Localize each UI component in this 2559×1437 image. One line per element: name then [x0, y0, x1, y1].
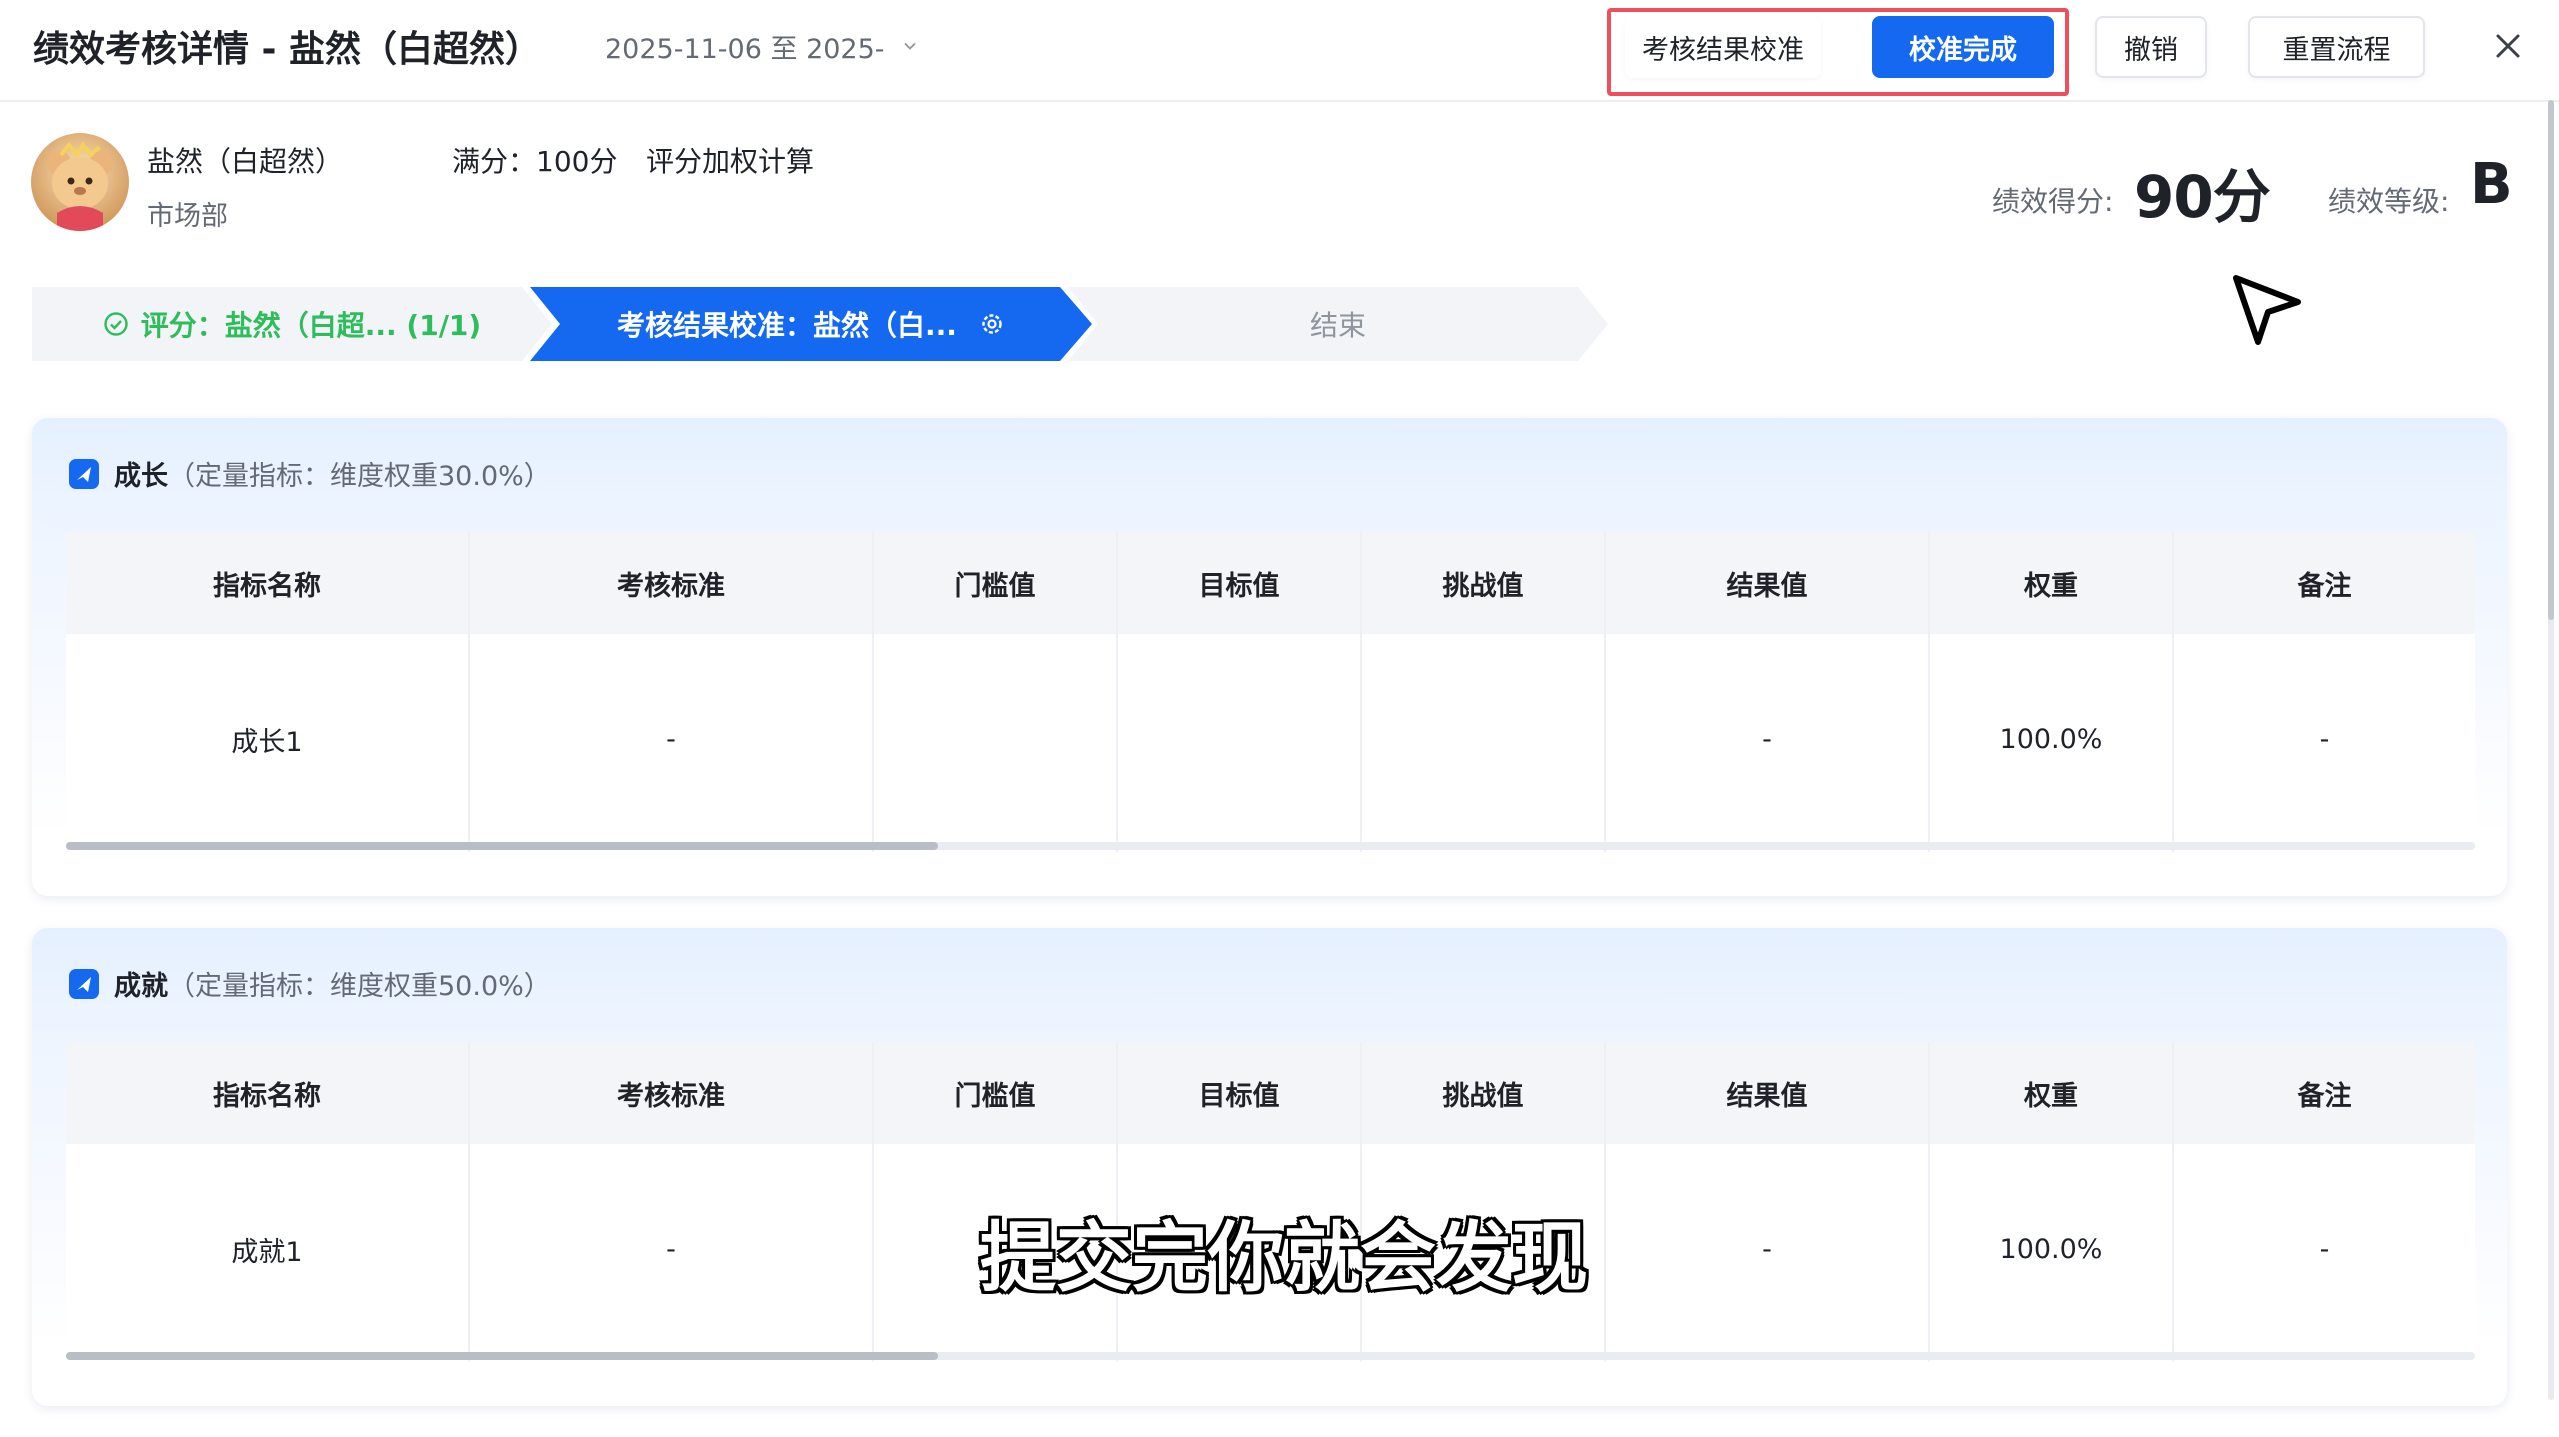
- avatar: [31, 133, 129, 231]
- table-cell: -: [1606, 634, 1930, 852]
- table-cell: 成长1: [66, 634, 470, 852]
- column-header: 挑战值: [1362, 532, 1606, 634]
- table-cell: [874, 634, 1118, 852]
- indicator-table: 指标名称 考核标准 门槛值 目标值 挑战值 结果值 权重 备注 成长1 - - …: [66, 532, 2475, 854]
- column-header: 目标值: [1118, 532, 1362, 634]
- column-header: 备注: [2297, 1080, 2352, 1112]
- scrollbar-thumb[interactable]: [66, 842, 938, 850]
- column-header: 指标名称: [66, 1042, 470, 1144]
- table-row[interactable]: 成长1 - - 100.0% -: [66, 634, 2475, 852]
- table-cell: -: [2319, 1233, 2330, 1265]
- page-title: 绩效考核详情 - 盐然（白超然）: [33, 29, 542, 70]
- step-rating[interactable]: 评分：盐然（白超... (1/1): [32, 287, 552, 361]
- step-calibration[interactable]: 考核结果校准：盐然（白...: [530, 287, 1092, 361]
- date-range-value: 2025-11-06 至 2025-: [605, 33, 885, 65]
- section-desc: （定量指标：维度权重50.0%）: [168, 971, 551, 1002]
- horizontal-scrollbar[interactable]: [66, 1352, 2475, 1360]
- close-icon[interactable]: [2488, 26, 2528, 66]
- table-header: 指标名称 考核标准 门槛值 目标值 挑战值 结果值 权重 备注: [66, 1042, 2475, 1144]
- score-value: 90分: [2134, 163, 2271, 231]
- undo-button[interactable]: 撤销: [2095, 16, 2207, 78]
- table-cell: -: [1606, 1144, 1930, 1362]
- scrollbar-thumb[interactable]: [66, 1352, 938, 1360]
- column-header: 考核标准: [470, 532, 874, 634]
- table-cell: 100.0%: [1930, 1144, 2174, 1362]
- table-cell: [1118, 634, 1362, 852]
- chevron-down-icon: [903, 39, 917, 53]
- table-cell: -: [470, 1144, 874, 1362]
- header-bar: 绩效考核详情 - 盐然（白超然） 2025-11-06 至 2025- 考核结果…: [0, 0, 2559, 102]
- section-title: 成长: [114, 461, 168, 492]
- section-header: 成长 （定量指标：维度权重30.0%）: [68, 454, 551, 493]
- column-header: 指标名称: [66, 532, 470, 634]
- check-circle-icon: [103, 311, 129, 337]
- reset-flow-button[interactable]: 重置流程: [2248, 16, 2425, 78]
- page-scrollbar[interactable]: [2548, 100, 2554, 1400]
- video-subtitle: 提交完你就会发现: [980, 1213, 1588, 1302]
- column-header: 门槛值: [874, 1042, 1118, 1144]
- flag-icon: [68, 458, 100, 490]
- calc-method: 评分加权计算: [646, 145, 815, 178]
- column-header: 目标值: [1118, 1042, 1362, 1144]
- step-end[interactable]: 结束: [1068, 287, 1608, 361]
- table-header: 指标名称 考核标准 门槛值 目标值 挑战值 结果值 权重 备注: [66, 532, 2475, 634]
- calibration-done-button[interactable]: 校准完成: [1872, 16, 2054, 78]
- table-cell: 100.0%: [1930, 634, 2174, 852]
- date-range-select[interactable]: 2025-11-06 至 2025-: [585, 18, 920, 74]
- section-title: 成就: [114, 971, 168, 1002]
- section-desc: （定量指标：维度权重30.0%）: [168, 461, 551, 492]
- table-cell: -: [470, 634, 874, 852]
- column-header: 结果值: [1606, 1042, 1930, 1144]
- table-cell: [1362, 634, 1606, 852]
- score-label: 绩效得分:: [1992, 185, 2114, 218]
- settings-icon[interactable]: [979, 311, 1005, 337]
- section-header: 成就 （定量指标：维度权重50.0%）: [68, 964, 551, 1003]
- horizontal-scrollbar[interactable]: [66, 842, 2475, 850]
- column-header: 备注: [2297, 570, 2352, 602]
- column-header: 权重: [1930, 532, 2174, 634]
- table-cell: -: [2319, 723, 2330, 755]
- cursor-arrow-icon: [2228, 272, 2306, 350]
- column-header: 门槛值: [874, 532, 1118, 634]
- column-header: 考核标准: [470, 1042, 874, 1144]
- column-header: 挑战值: [1362, 1042, 1606, 1144]
- section-growth: 成长 （定量指标：维度权重30.0%） 指标名称 考核标准 门槛值 目标值 挑战…: [32, 418, 2507, 896]
- employee-name: 盐然（白超然）: [147, 145, 344, 178]
- grade-label: 绩效等级:: [2328, 185, 2450, 218]
- step-rating-label: 评分：盐然（白超... (1/1): [140, 309, 482, 342]
- step-calibration-label: 考核结果校准：盐然（白...: [617, 309, 957, 342]
- step-end-label: 结束: [1309, 309, 1366, 342]
- section-achievement: 成就 （定量指标：维度权重50.0%） 指标名称 考核标准 门槛值 目标值 挑战…: [32, 928, 2507, 1406]
- page-scrollbar-thumb[interactable]: [2548, 100, 2554, 620]
- grade-value: B: [2470, 152, 2513, 217]
- employee-department: 市场部: [147, 201, 228, 232]
- table-cell: 成就1: [66, 1144, 470, 1362]
- calibrate-result-button[interactable]: 考核结果校准: [1625, 16, 1821, 78]
- column-header: 权重: [1930, 1042, 2174, 1144]
- flag-icon: [68, 968, 100, 1000]
- column-header: 结果值: [1606, 532, 1930, 634]
- full-score: 满分：100分: [452, 145, 618, 178]
- process-steps: 评分：盐然（白超... (1/1) 考核结果校准：盐然（白... 结束: [32, 287, 1608, 361]
